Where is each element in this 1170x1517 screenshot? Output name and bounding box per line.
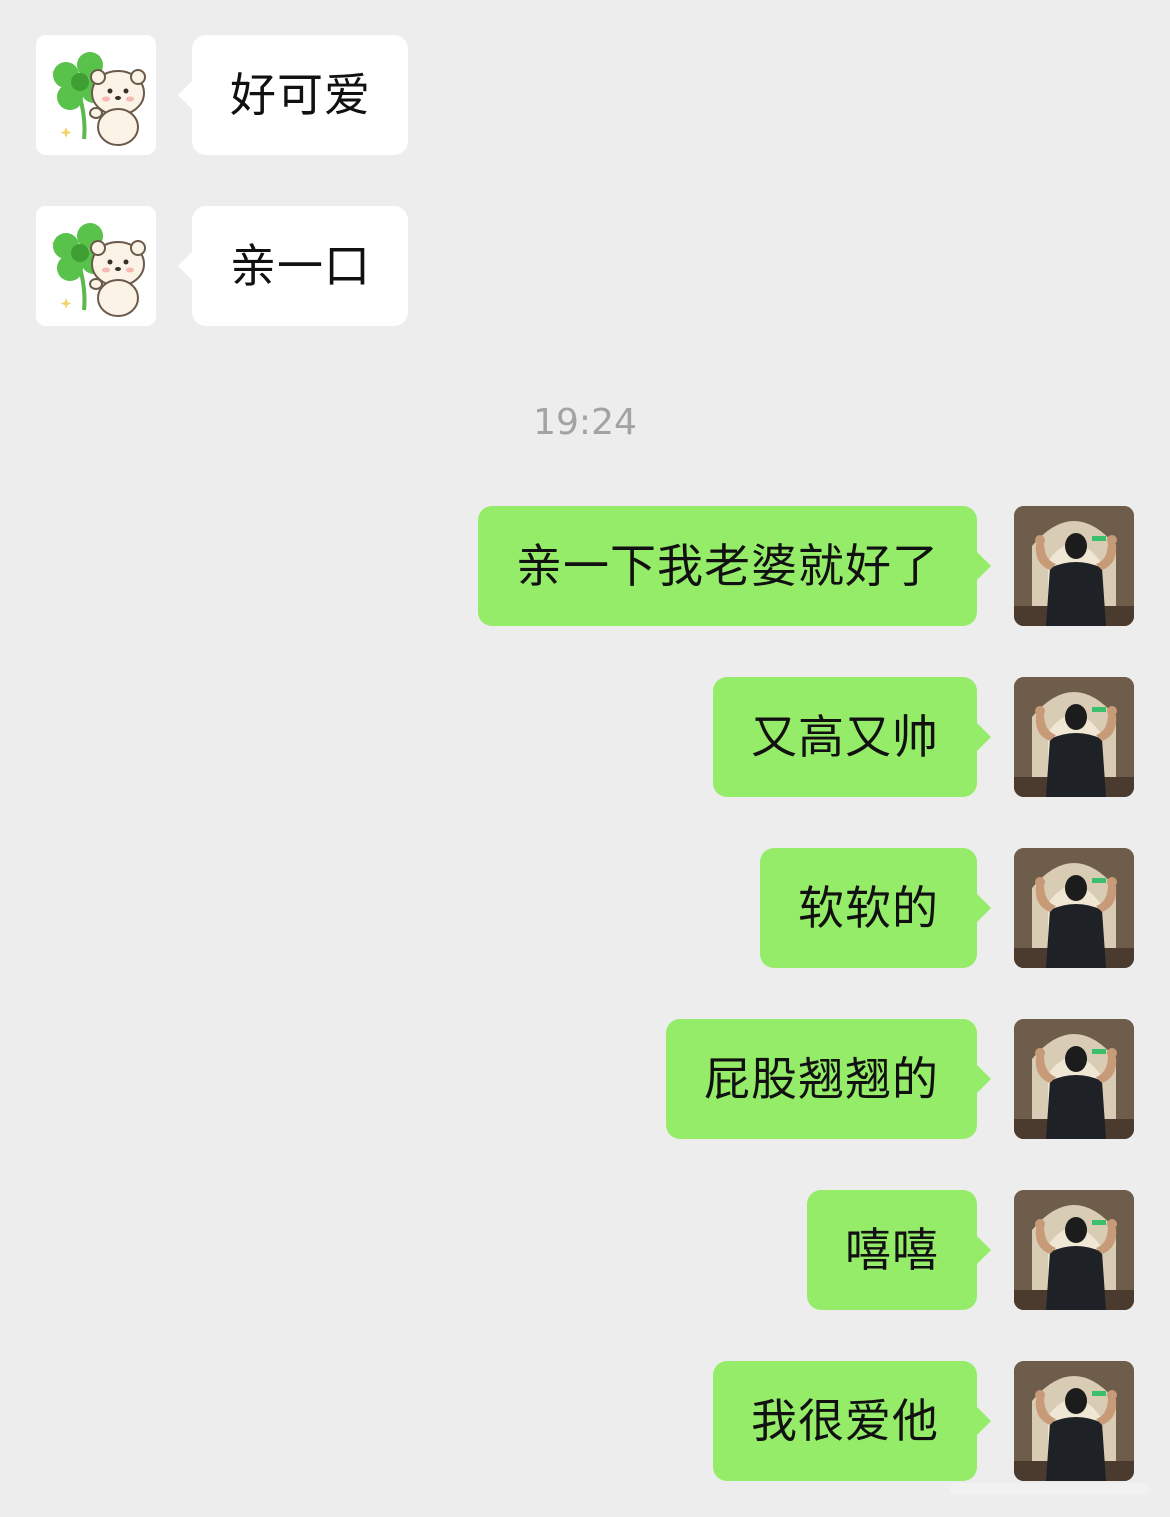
message-timestamp: 19:24 — [533, 402, 637, 443]
message-text: 好可爱 — [230, 68, 371, 122]
man-flexing-photo-avatar[interactable] — [1014, 1190, 1134, 1310]
message-text: 软软的 — [798, 881, 939, 935]
message-text: 亲一下我老婆就好了 — [516, 539, 939, 593]
man-flexing-photo-avatar-image — [1014, 1361, 1134, 1481]
outgoing-message-bubble[interactable]: 又高又帅 — [713, 677, 991, 797]
message-text: 我很爱他 — [751, 1394, 939, 1448]
man-flexing-photo-avatar-image — [1014, 677, 1134, 797]
watermark-graphic — [950, 1483, 1150, 1495]
message-text: 亲一口 — [230, 239, 371, 293]
man-flexing-photo-avatar-image — [1014, 1019, 1134, 1139]
clover-bear-sticker-icon — [36, 35, 156, 155]
incoming-message-bubble[interactable]: 好可爱 — [178, 35, 408, 155]
clover-bear-sticker-icon[interactable] — [36, 35, 156, 155]
man-flexing-photo-avatar[interactable] — [1014, 506, 1134, 626]
man-flexing-photo-avatar-image — [1014, 506, 1134, 626]
message-text: 又高又帅 — [751, 710, 939, 764]
man-flexing-photo-avatar-image — [1014, 848, 1134, 968]
outgoing-message-bubble[interactable]: 嘻嘻 — [807, 1190, 991, 1310]
outgoing-message-bubble[interactable]: 我很爱他 — [713, 1361, 991, 1481]
outgoing-message-bubble[interactable]: 软软的 — [760, 848, 991, 968]
message-text: 屁股翘翘的 — [704, 1052, 939, 1106]
clover-bear-sticker-icon[interactable] — [36, 206, 156, 326]
clover-bear-sticker-icon — [36, 206, 156, 326]
outgoing-message-bubble[interactable]: 亲一下我老婆就好了 — [478, 506, 991, 626]
man-flexing-photo-avatar[interactable] — [1014, 1019, 1134, 1139]
man-flexing-photo-avatar[interactable] — [1014, 677, 1134, 797]
man-flexing-photo-avatar[interactable] — [1014, 1361, 1134, 1481]
incoming-message-bubble[interactable]: 亲一口 — [178, 206, 408, 326]
message-text: 嘻嘻 — [845, 1223, 939, 1277]
outgoing-message-bubble[interactable]: 屁股翘翘的 — [666, 1019, 991, 1139]
man-flexing-photo-avatar-image — [1014, 1190, 1134, 1310]
man-flexing-photo-avatar[interactable] — [1014, 848, 1134, 968]
